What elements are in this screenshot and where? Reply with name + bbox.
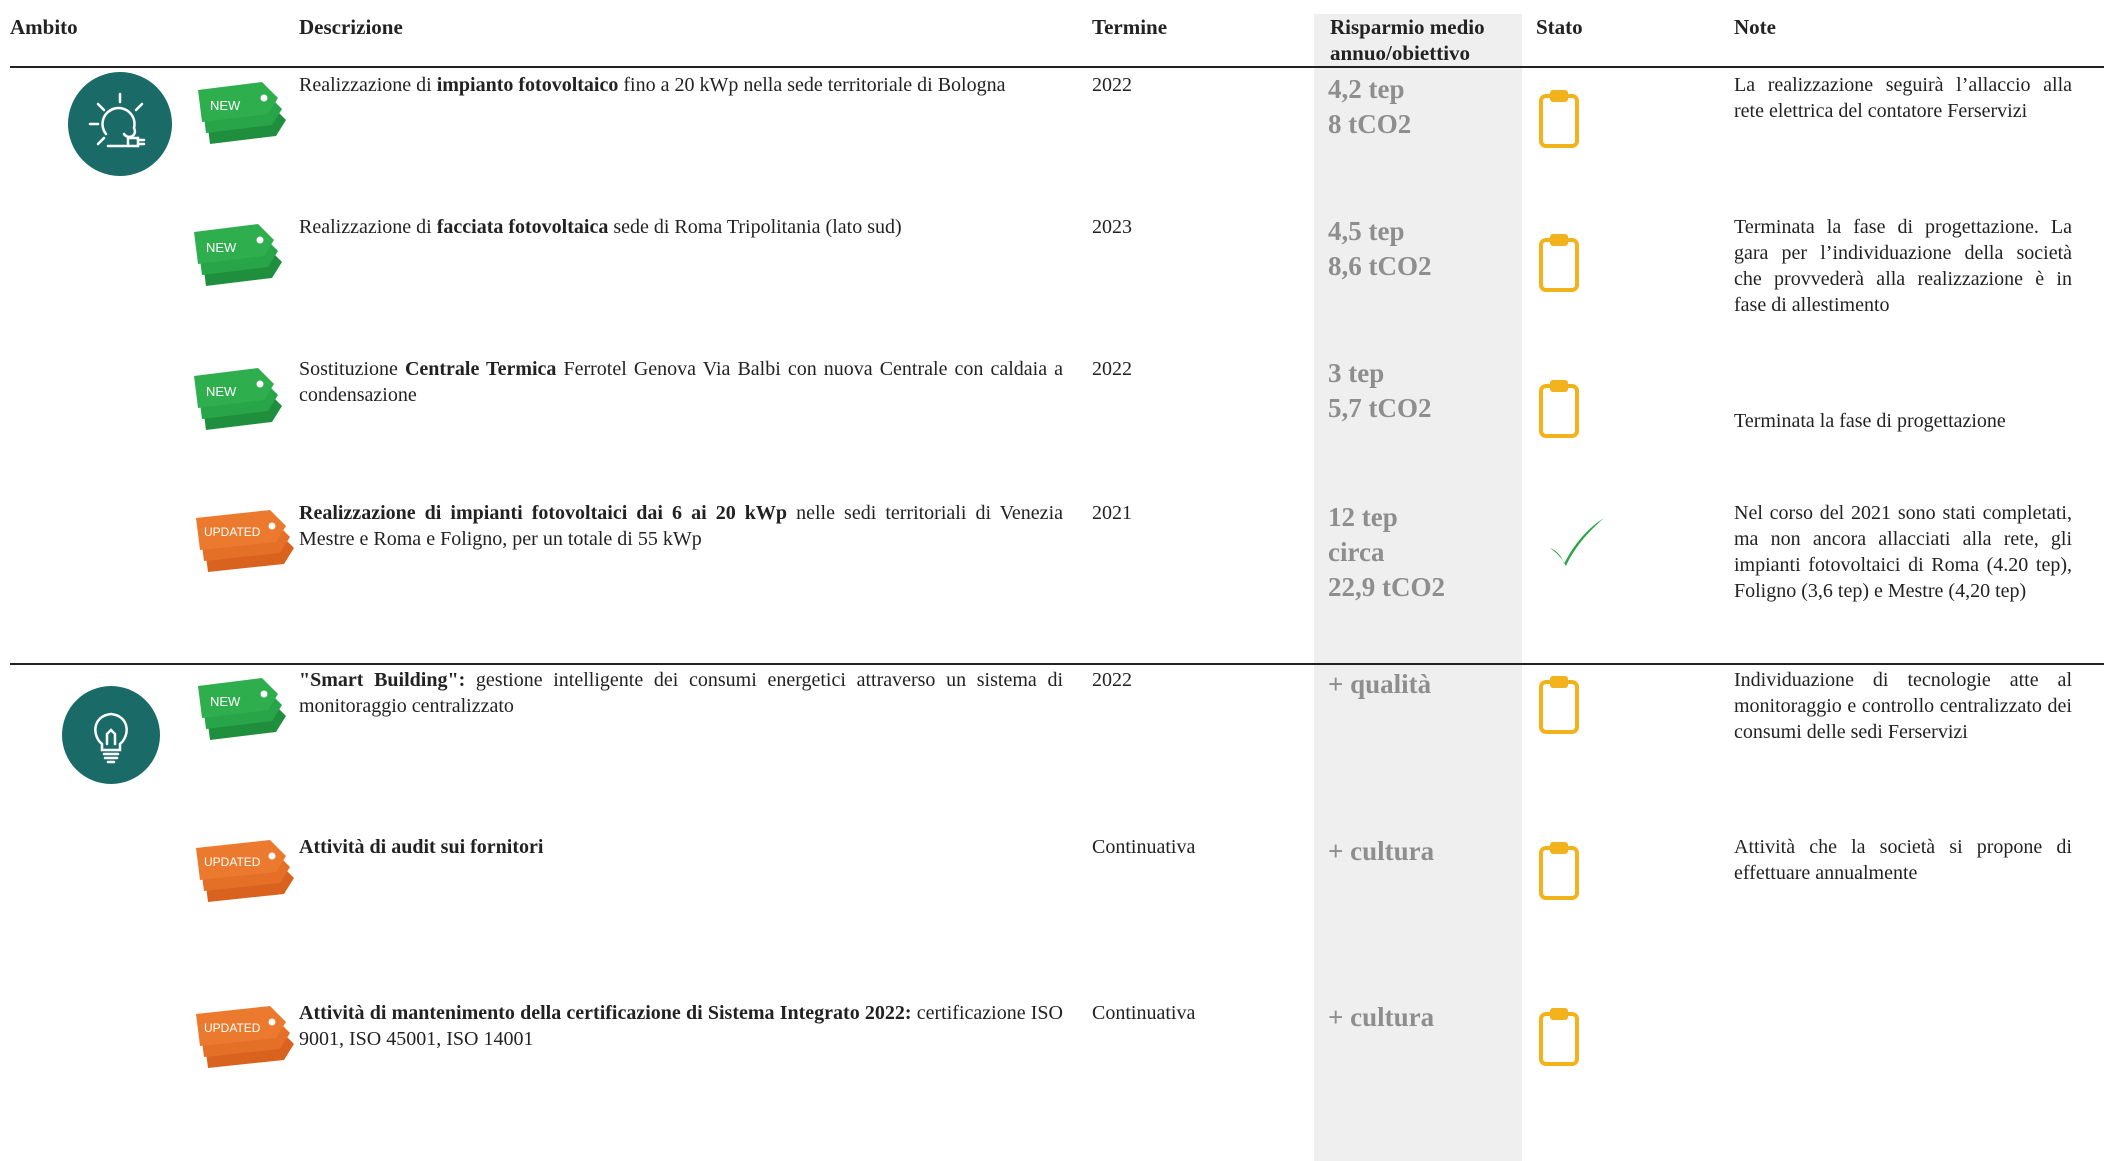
clipboard-icon <box>1538 840 1582 902</box>
row-termine: Continuativa <box>1092 1002 1196 1024</box>
new-tag: NEW <box>192 366 282 430</box>
updated-tag-label: UPDATED <box>204 525 261 539</box>
row-description: Realizzazione di impianti fotovoltaici d… <box>299 502 1063 550</box>
header-termine: Termine <box>1092 15 1168 39</box>
header-risparmio: Risparmio medio annuo/obiettivo <box>1330 15 1485 65</box>
row-saving-1: + cultura <box>1328 836 1435 866</box>
row-saving-3: 22,9 tCO2 <box>1328 572 1445 602</box>
new-tag-label: NEW <box>206 384 237 399</box>
header-divider <box>10 66 2104 68</box>
row-note: La realizzazione seguirà l’allaccio alla… <box>1734 74 2072 122</box>
row-note: Attività che la società si propone di ef… <box>1734 836 2072 884</box>
row-termine: 2021 <box>1092 502 1132 524</box>
clipboard-icon <box>1538 378 1582 440</box>
row-saving-1: 12 tep <box>1328 502 1398 532</box>
clipboard-icon <box>1538 88 1582 150</box>
row-description: Realizzazione di impianto fotovoltaico f… <box>299 74 1006 96</box>
lightbulb-icon <box>62 686 160 784</box>
row-termine: 2022 <box>1092 74 1132 96</box>
row-description: Attività di audit sui fornitori <box>299 836 544 858</box>
updated-tag: UPDATED <box>194 1004 296 1068</box>
header-descrizione: Descrizione <box>299 15 403 39</box>
new-tag-label: NEW <box>206 240 237 255</box>
row-description: "Smart Building": gestione intelligente … <box>299 669 1063 717</box>
new-tag-label: NEW <box>210 98 241 113</box>
row-saving-2: 8 tCO2 <box>1328 109 1412 139</box>
updated-tag-label: UPDATED <box>204 855 261 869</box>
row-saving-1: 4,2 tep <box>1328 74 1405 104</box>
row-saving-1: + cultura <box>1328 1002 1435 1032</box>
row-note: Terminata la fase di progettazione <box>1734 410 2006 432</box>
row-termine: Continuativa <box>1092 836 1196 858</box>
new-tag: NEW <box>196 80 286 144</box>
updated-tag: UPDATED <box>194 838 296 902</box>
clipboard-icon <box>1538 1006 1582 1068</box>
row-termine: 2023 <box>1092 216 1132 238</box>
row-saving-2: circa <box>1328 537 1385 567</box>
section-divider <box>10 663 2104 665</box>
updated-tag: UPDATED <box>194 508 296 572</box>
header-ambito: Ambito <box>10 15 78 39</box>
checkmark-icon <box>1546 514 1608 570</box>
updated-tag-label: UPDATED <box>204 1021 261 1035</box>
row-saving-1: 4,5 tep <box>1328 216 1405 246</box>
new-tag: NEW <box>196 676 286 740</box>
row-note: Individuazione di tecnologie atte al mon… <box>1734 669 2072 743</box>
row-termine: 2022 <box>1092 669 1132 691</box>
row-termine: 2022 <box>1092 358 1132 380</box>
row-note: Nel corso del 2021 sono stati completati… <box>1734 502 2072 602</box>
clipboard-icon <box>1538 674 1582 736</box>
row-saving-1: + qualità <box>1328 669 1432 699</box>
row-description: Sostituzione Centrale Termica Ferrotel G… <box>299 358 1064 406</box>
row-saving-2: 8,6 tCO2 <box>1328 251 1432 281</box>
row-saving-1: 3 tep <box>1328 358 1385 388</box>
row-description: Attività di mantenimento della certifica… <box>299 1002 1063 1050</box>
clipboard-icon <box>1538 232 1582 294</box>
row-description: Realizzazione di facciata fotovoltaica s… <box>299 216 902 238</box>
row-note: Terminata la fase di progettazione. La g… <box>1734 216 2072 316</box>
new-tag: NEW <box>192 222 282 286</box>
solar-energy-icon <box>68 72 172 176</box>
new-tag-label: NEW <box>210 694 241 709</box>
header-stato: Stato <box>1536 15 1583 39</box>
header-note: Note <box>1734 15 1776 39</box>
row-saving-2: 5,7 tCO2 <box>1328 393 1432 423</box>
